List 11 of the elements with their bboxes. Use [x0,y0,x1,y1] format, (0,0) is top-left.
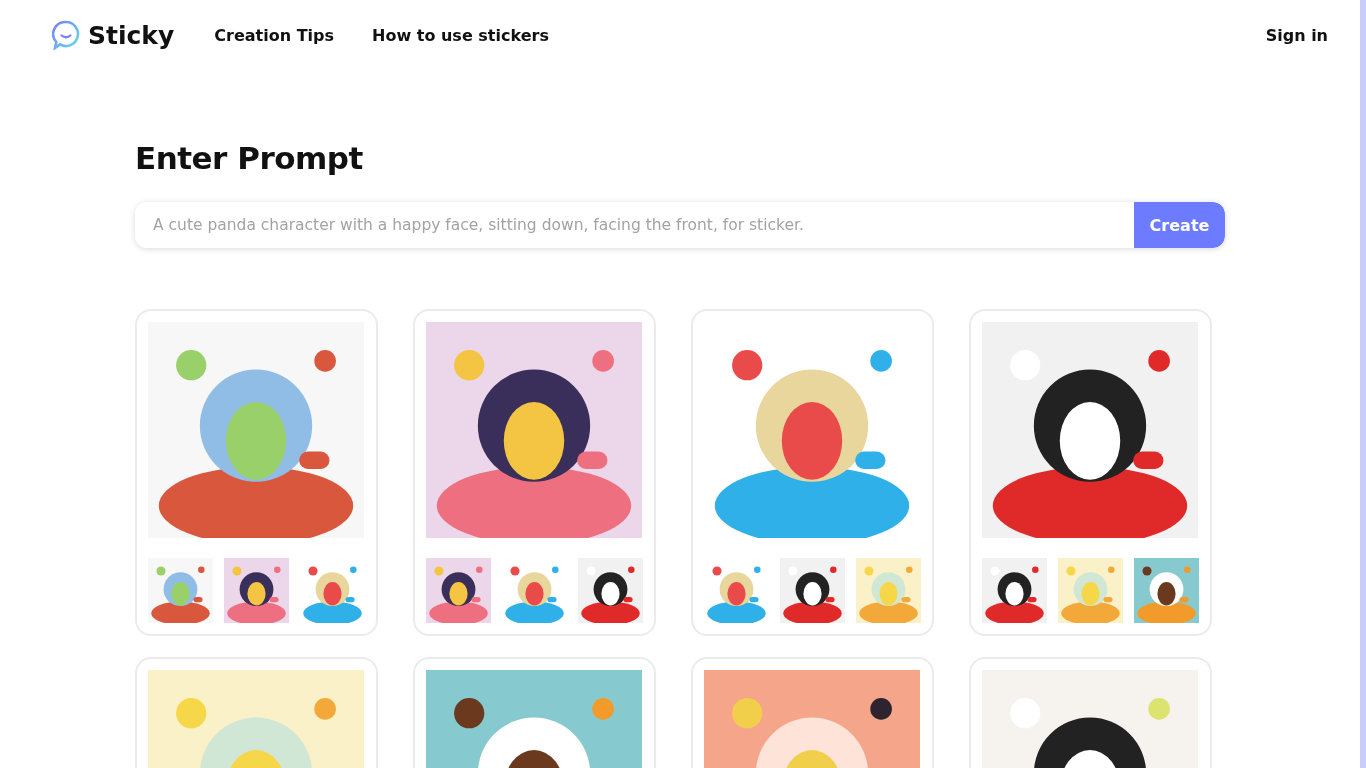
nav-link[interactable]: How to use stickers [372,25,549,45]
sticker-card[interactable] [413,309,656,636]
page-heading: Enter Prompt [135,140,364,176]
prompt-field[interactable]: A cute panda character with a happy face, sitting down, facing the front, for sticker. [135,202,1134,248]
chat-bubble-logo-icon [52,20,80,50]
brand-name[interactable]: Sticky [88,20,175,50]
sign-in-link[interactable]: Sign in [1265,25,1328,45]
nav-link[interactable]: Creation Tips [214,25,335,45]
sticker-card[interactable] [969,309,1212,636]
create-button[interactable]: Create [1134,202,1225,248]
scrollbar[interactable] [1360,0,1366,768]
